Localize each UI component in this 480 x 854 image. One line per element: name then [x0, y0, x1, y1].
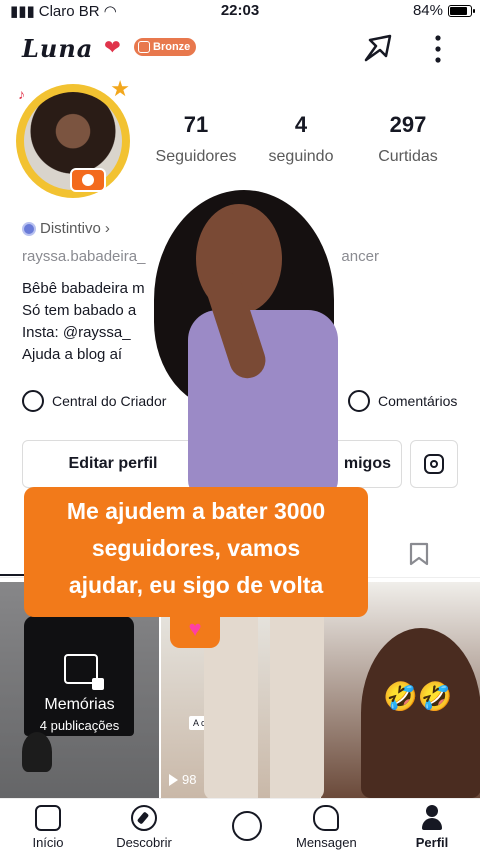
badge-label: Bronze: [153, 41, 191, 53]
creator-center-link[interactable]: Central do Criador: [22, 390, 166, 412]
bio-line: Bêbê babadeira m: [22, 280, 145, 297]
bio-line: Só tem babado a: [22, 302, 137, 319]
create-button[interactable]: [232, 811, 262, 841]
followers-count: 71: [183, 112, 209, 137]
badge-icon: [138, 41, 150, 53]
dancer-torso: [188, 310, 338, 500]
share-icon[interactable]: [360, 30, 396, 66]
stat-likes[interactable]: 297 Curtidas: [360, 112, 456, 166]
chevron-right-icon: ›: [104, 220, 110, 237]
bio: Bêbê babadeira m Só tem babado a Insta: …: [22, 278, 145, 366]
distintivo-link[interactable]: Distintivo ›: [22, 220, 110, 237]
memories-icon: [64, 654, 104, 690]
battery: 84%: [412, 2, 475, 19]
nav-inicio[interactable]: Início: [18, 805, 78, 850]
instagram-icon: [424, 454, 444, 474]
stat-followers[interactable]: 71 Seguidores: [146, 112, 246, 166]
profile-header: Luna ❤ Bronze: [0, 28, 480, 72]
username: Luna: [22, 34, 94, 63]
star-icon: ★: [110, 76, 130, 101]
nav-mensagens[interactable]: Mensagens: [296, 805, 356, 850]
following-count: 4: [294, 112, 308, 137]
stat-following[interactable]: 4 seguindo: [258, 112, 344, 166]
memories-count: 4 publicações: [39, 718, 120, 733]
profile-icon: [419, 805, 445, 831]
overlay-caption: Me ajudem a bater 3000 seguidores, vamos…: [24, 487, 368, 617]
nav-descobrir[interactable]: Descobrir: [106, 805, 182, 850]
more-icon[interactable]: [426, 32, 450, 66]
pink-heart-icon: ♥: [170, 610, 220, 648]
comments-label: Comentários: [378, 393, 458, 409]
distintivo-label: Distintivo: [40, 220, 101, 237]
home-icon: [35, 805, 61, 831]
bronze-badge[interactable]: Bronze: [134, 38, 197, 56]
handle-text: rayssa.babadeira_: [22, 248, 146, 265]
bookmark-icon[interactable]: [408, 542, 430, 566]
bottom-nav: Início Descobrir Mensagens Perfil: [0, 798, 480, 854]
likes-label: Curtidas: [378, 148, 438, 165]
battery-percent: 84%: [412, 2, 443, 19]
nav-inicio-label: Início: [32, 835, 64, 850]
caption-line: seguidores, vamos: [91, 535, 301, 561]
camera-icon: [70, 168, 106, 192]
heart-badge-icon: ❤: [104, 37, 121, 59]
bio-line: Ajuda a blog aí: [22, 346, 123, 363]
memories-title: Memórias: [44, 696, 115, 713]
caption-line: ajudar, eu sigo de volta: [68, 572, 324, 598]
status-bar: ▮▮▮ Claro BR ◠ 22:03 84%: [0, 0, 480, 22]
avatar[interactable]: ★ ♪: [14, 76, 134, 200]
nav-mensagens-label: Mensagens: [296, 835, 356, 850]
likes-count: 297: [389, 112, 427, 137]
following-label: seguindo: [268, 148, 334, 165]
followers-label: Seguidores: [155, 148, 237, 165]
caption-line: Me ajudem a bater 3000: [66, 498, 326, 524]
nav-perfil[interactable]: Perfil: [402, 805, 462, 850]
status-time: 22:03: [220, 2, 260, 19]
music-note-icon: ♪: [18, 86, 25, 102]
profile-stats: 71 Seguidores 4 seguindo 297 Curtidas: [146, 112, 456, 172]
creator-center-icon: [22, 390, 44, 412]
laughing-emoji-icon: 🤣🤣: [383, 681, 453, 712]
nav-descobrir-label: Descobrir: [116, 835, 172, 850]
battery-icon: [448, 4, 475, 17]
message-icon: [313, 805, 339, 831]
instagram-button[interactable]: [410, 440, 458, 488]
nav-perfil-label: Perfil: [415, 835, 449, 850]
bio-line: Insta: @rayssa_: [22, 324, 131, 341]
compass-icon: [131, 805, 157, 831]
distintivo-icon: [22, 221, 36, 236]
